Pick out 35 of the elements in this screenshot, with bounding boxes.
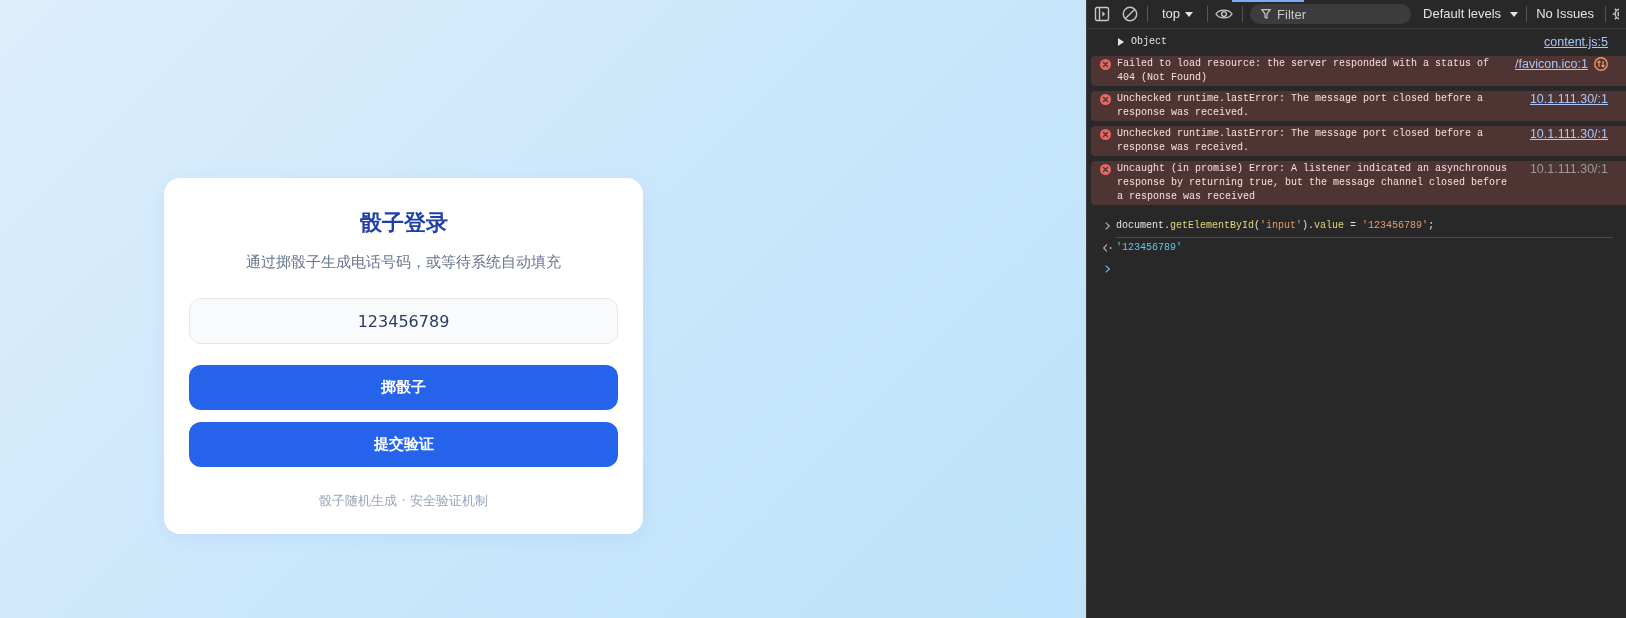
error-message: Failed to load resource: the server responded with a status of 404 (Not Found)	[1117, 57, 1491, 85]
chevron-right-icon	[1105, 222, 1110, 230]
source-link[interactable]: 10.1.111.30/:1	[1529, 127, 1608, 141]
console-result: '123456789'	[1116, 241, 1182, 255]
console-command: document.getElementById('input').value = '123456789';	[1116, 219, 1435, 233]
card-subtitle: 通过掷骰子生成电话号码，或等待系统自动填充	[246, 253, 561, 272]
source-link[interactable]: /favicon.ico:1	[1515, 57, 1588, 71]
card-title: 骰子登录	[359, 209, 448, 237]
filter-field[interactable]: Filter	[1250, 4, 1412, 24]
error-message: Unchecked runtime.lastError: The message port closed before a response was received.	[1117, 127, 1485, 155]
source-link[interactable]: 10.1.111.30/:1	[1529, 92, 1608, 106]
console-message: Object	[1131, 35, 1168, 49]
action-button[interactable]: 提交验证	[189, 422, 618, 467]
settings-icon[interactable]	[1611, 6, 1619, 22]
issues-button[interactable]: No Issues	[1536, 6, 1594, 22]
action-button[interactable]: 掷骰子	[189, 365, 618, 410]
phone-input[interactable]: 123456789	[189, 298, 618, 344]
tab-indicator	[1232, 0, 1304, 2]
clear-console-icon[interactable]	[1122, 6, 1138, 22]
error-message: Unchecked runtime.lastError: The message port closed before a response was received.	[1117, 92, 1485, 120]
source-link[interactable]: 10.1.111.30/:1	[1529, 162, 1608, 176]
eye-icon[interactable]	[1215, 8, 1234, 20]
expand-triangle-icon[interactable]	[1118, 38, 1124, 46]
log-levels-dropdown[interactable]: Default levels	[1423, 6, 1519, 22]
error-message: Uncaught (in promise) Error: A listener indicated an asynchronous response by returning true, but the message channel closed before a response was received	[1117, 162, 1509, 204]
context-dropdown[interactable]: top	[1162, 6, 1194, 22]
filter-icon	[1261, 9, 1272, 19]
return-arrow-icon	[1103, 244, 1112, 252]
caret-icon	[1510, 11, 1519, 17]
caret-icon	[1185, 11, 1194, 17]
up-down-arrows-icon[interactable]	[1594, 57, 1608, 71]
card-footer-note: 骰子随机生成 · 安全验证机制	[319, 492, 488, 510]
sidebar-toggle-icon[interactable]	[1094, 6, 1110, 22]
prompt-chevron-icon[interactable]	[1105, 265, 1110, 273]
source-link[interactable]: content.js:5	[1544, 35, 1608, 49]
